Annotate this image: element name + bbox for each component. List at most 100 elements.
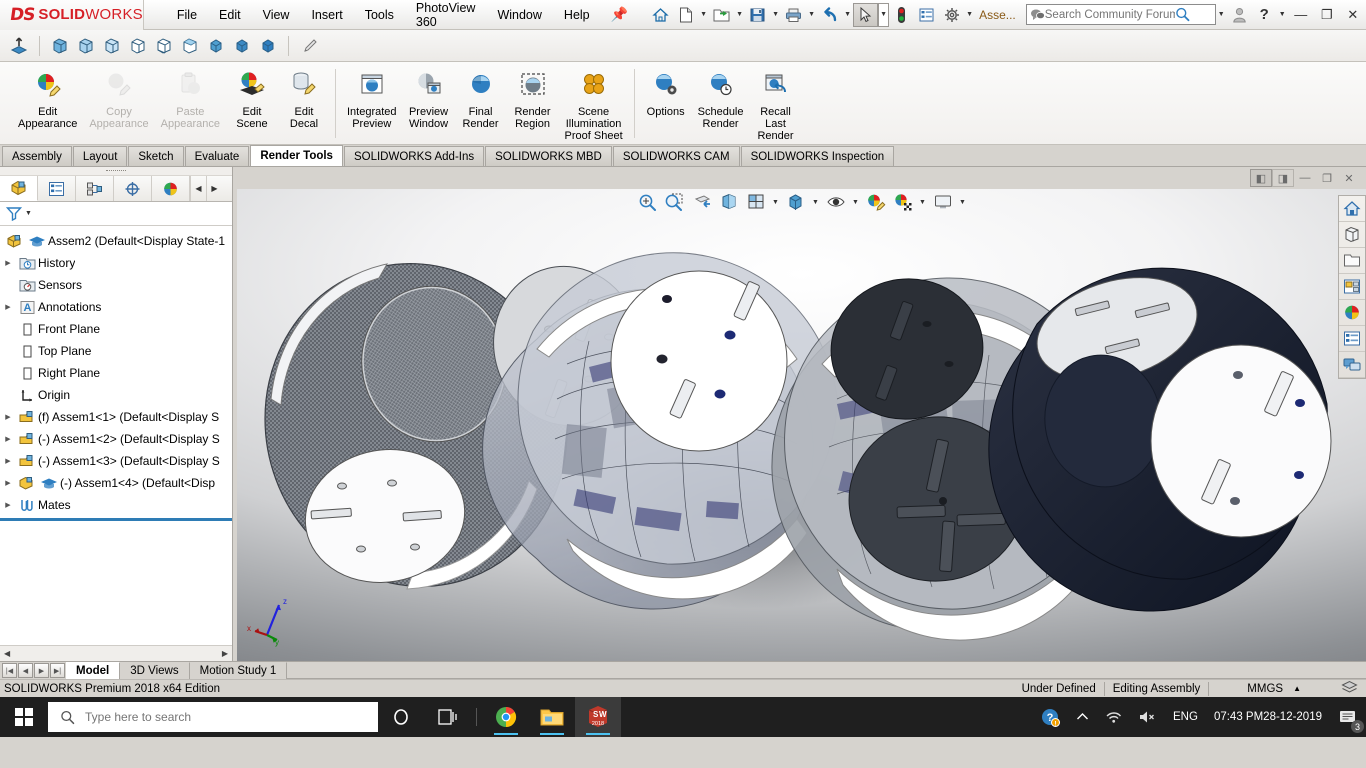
restore-icon[interactable]: ❐ — [1316, 169, 1338, 187]
edit-appearance-button[interactable]: Edit Appearance — [12, 67, 83, 130]
tab-solidworks-cam[interactable]: SOLIDWORKS CAM — [612, 146, 740, 166]
property-manager-tab[interactable] — [38, 176, 76, 201]
expand-arrow-icon[interactable]: ▶ — [0, 435, 16, 443]
menu-insert[interactable]: Insert — [300, 4, 353, 26]
tab-solidworks-add-ins[interactable]: SOLIDWORKS Add-Ins — [343, 146, 485, 166]
chevron-down-icon[interactable]: ▼ — [842, 11, 853, 18]
last-icon[interactable]: ▶| — [50, 663, 65, 678]
render-options-button[interactable]: Options — [640, 67, 692, 118]
chevron-down-icon[interactable]: ▼ — [957, 199, 968, 206]
feature-manager-tabs[interactable]: ◀ ▶ — [0, 176, 232, 202]
tab-evaluate[interactable]: Evaluate — [184, 146, 250, 166]
home-resources-icon[interactable] — [1339, 196, 1365, 222]
windows-taskbar[interactable]: SW2018 ?! ENG 07:43 PM 28-12-2019 3 — [0, 697, 1366, 737]
tree-item-front-plane[interactable]: Front Plane — [0, 318, 232, 340]
scroll-right-icon[interactable]: ▶ — [222, 649, 228, 658]
edit-scene-button[interactable]: Edit Scene — [226, 67, 278, 130]
view-hidden-lines-icon[interactable] — [177, 33, 203, 59]
tree-item-assem2[interactable]: Assem2 (Default<Display State-1 — [0, 230, 232, 252]
tab-model[interactable]: Model — [66, 662, 121, 679]
task-pane[interactable] — [1338, 195, 1366, 379]
tree-item-origin[interactable]: Origin — [0, 384, 232, 406]
document-window-controls[interactable]: ◧ ◨ — ❐ ✕ — [237, 167, 1366, 189]
tree-item-assem1-2[interactable]: ▶ (-) Assem1<2> (Default<Display S — [0, 428, 232, 450]
cube-solid-3-icon[interactable] — [255, 33, 281, 59]
volume-muted-icon[interactable] — [1130, 697, 1165, 737]
document-tabs[interactable]: |◀ ◀ ▶ ▶| Model 3D Views Motion Study 1 — [0, 661, 1366, 679]
select-pointer-icon[interactable] — [853, 2, 879, 27]
tab-motion-study-1[interactable]: Motion Study 1 — [190, 662, 288, 679]
view-toolbar[interactable] — [0, 30, 1366, 62]
tree-item-history[interactable]: ▶ History — [0, 252, 232, 274]
appearance-brush-icon[interactable] — [296, 33, 322, 59]
menu-help[interactable]: Help — [553, 4, 601, 26]
window-controls[interactable]: — ❐ ✕ — [1288, 3, 1366, 27]
heads-up-view-toolbar[interactable]: ▼ ▼ ▼ ▼ ▼ — [237, 189, 1366, 215]
view-isometric-2-icon[interactable] — [73, 33, 99, 59]
undo-icon[interactable] — [817, 3, 842, 27]
apply-scene-icon[interactable] — [890, 190, 915, 214]
feature-tree[interactable]: Assem2 (Default<Display State-1 ▶ Histor… — [0, 226, 232, 645]
search-input[interactable] — [1044, 8, 1175, 21]
preview-window-button[interactable]: Preview Window — [403, 67, 455, 130]
system-tray[interactable]: ?! ENG 07:43 PM 28-12-2019 3 — [1033, 697, 1366, 737]
edit-appearance-icon[interactable] — [863, 190, 888, 214]
chevron-down-icon[interactable]: ▼ — [850, 199, 861, 206]
minimize-button[interactable]: — — [1288, 3, 1314, 27]
restore-button[interactable]: ❐ — [1314, 3, 1340, 27]
expand-arrow-icon[interactable]: ▶ — [0, 501, 16, 509]
menu-tools[interactable]: Tools — [354, 4, 405, 26]
view-palette-icon[interactable] — [1339, 274, 1365, 300]
chevron-down-icon[interactable]: ▼ — [917, 199, 928, 206]
units-label[interactable]: MMGS — [1247, 683, 1283, 695]
custom-properties-icon[interactable] — [1339, 326, 1365, 352]
chevron-down-icon[interactable]: ▼ — [1277, 11, 1288, 18]
language-indicator[interactable]: ENG — [1165, 697, 1206, 737]
section-view-icon[interactable] — [716, 190, 741, 214]
tab-sketch[interactable]: Sketch — [128, 146, 184, 166]
cortana-circle-icon[interactable] — [378, 697, 424, 737]
expand-arrow-icon[interactable]: ▶ — [0, 479, 16, 487]
tree-item-assem1-3[interactable]: ▶ (-) Assem1<3> (Default<Display S — [0, 450, 232, 472]
notifications-icon[interactable]: 3 — [1330, 697, 1366, 737]
user-account-icon[interactable] — [1227, 3, 1252, 27]
rebuild-icon[interactable] — [889, 3, 914, 27]
menu-view[interactable]: View — [252, 4, 301, 26]
view-isometric-1-icon[interactable] — [47, 33, 73, 59]
display-manager-tab[interactable] — [152, 176, 190, 201]
file-explorer-icon[interactable] — [1339, 248, 1365, 274]
options-list-icon[interactable] — [914, 3, 939, 27]
tree-item-mates[interactable]: ▶ Mates — [0, 494, 232, 516]
units-caret-icon[interactable]: ▲ — [1293, 684, 1301, 693]
view-wireframe-icon[interactable] — [125, 33, 151, 59]
tree-item-assem1-4[interactable]: ▶ (-) Assem1<4> (Default<Disp — [0, 472, 232, 494]
cube-solid-1-icon[interactable] — [203, 33, 229, 59]
new-document-icon[interactable] — [673, 3, 698, 27]
tree-item-sensors[interactable]: Sensors — [0, 274, 232, 296]
chevron-down-icon[interactable]: ▼ — [964, 11, 975, 18]
view-isometric-3-icon[interactable] — [99, 33, 125, 59]
pushpin-icon[interactable]: 📌 — [611, 6, 628, 23]
chevron-down-icon[interactable]: ▼ — [878, 2, 890, 27]
extrude-boss-icon[interactable] — [6, 33, 32, 59]
scroll-left-icon[interactable]: ◀ — [4, 649, 10, 658]
panel-grip[interactable] — [0, 167, 232, 176]
final-render-button[interactable]: Final Render — [455, 67, 507, 130]
restore-right-icon[interactable]: ◨ — [1272, 169, 1294, 187]
help-question-icon[interactable]: ? — [1252, 3, 1277, 27]
chevron-down-icon[interactable]: ▼ — [806, 11, 817, 18]
view-orientation-icon[interactable] — [743, 190, 768, 214]
zoom-to-area-icon[interactable] — [662, 190, 687, 214]
graphics-area[interactable]: ◧ ◨ — ❐ ✕ z x y ▼ ▼ ▼ ▼ ▼ — [237, 167, 1366, 661]
wifi-icon[interactable] — [1097, 697, 1130, 737]
panel-scroll-bar[interactable]: ◀ ▶ — [0, 645, 232, 661]
render-region-button[interactable]: Render Region — [507, 67, 559, 130]
expand-arrow-icon[interactable]: ▶ — [0, 413, 16, 421]
taskbar-clock[interactable]: 07:43 PM 28-12-2019 — [1206, 697, 1330, 737]
copy-appearance-button[interactable]: Copy Appearance — [83, 67, 154, 130]
chevron-down-icon[interactable]: ▼ — [734, 11, 745, 18]
paste-appearance-button[interactable]: Paste Appearance — [155, 67, 226, 130]
chevron-down-icon[interactable]: ▼ — [1216, 11, 1227, 18]
print-icon[interactable] — [781, 3, 806, 27]
taskbar-search-input[interactable] — [85, 710, 335, 724]
